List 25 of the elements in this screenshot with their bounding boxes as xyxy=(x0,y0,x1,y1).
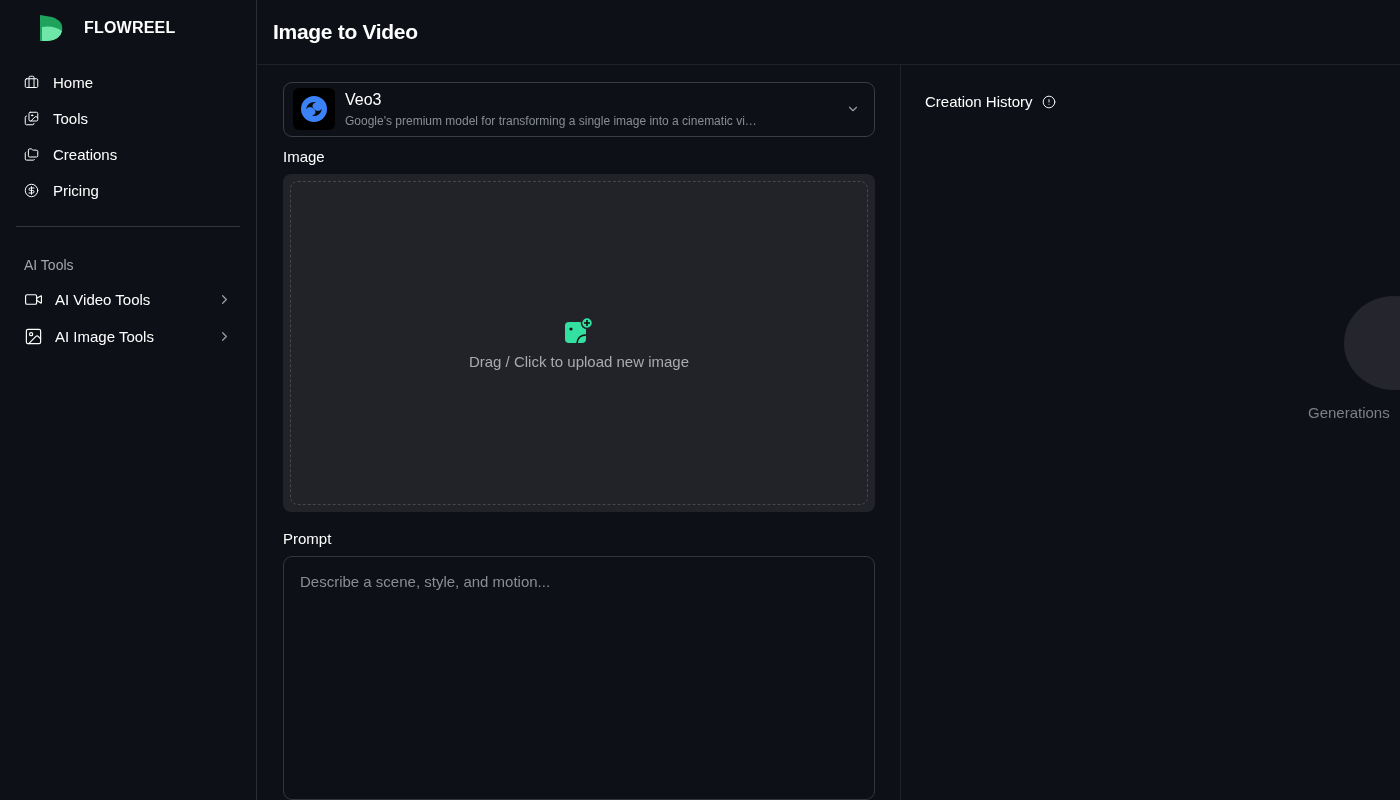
nav-item[interactable]: Home xyxy=(16,68,240,96)
nav-group[interactable]: AI Video Tools xyxy=(16,281,240,318)
folder-icon xyxy=(24,146,39,162)
dollar-icon xyxy=(24,182,39,198)
brand-name: FLOWREEL xyxy=(84,19,176,37)
panel-title: Creation History xyxy=(925,93,1033,110)
page-title: Image to Video xyxy=(273,20,418,44)
info-icon[interactable] xyxy=(1041,94,1056,109)
model-select[interactable]: Veo3 Google's premium model for transforming a single image into a cinematic vi… xyxy=(283,82,875,137)
model-logo xyxy=(293,88,335,131)
section-title: AI Tools xyxy=(23,257,75,273)
field-label: Prompt xyxy=(283,530,333,548)
nav-item[interactable]: Creations xyxy=(16,140,240,168)
prompt-field[interactable]: Describe a scene, style, and motion... xyxy=(283,556,875,800)
briefcase-icon xyxy=(24,74,39,90)
images-icon xyxy=(24,110,39,126)
image-icon xyxy=(24,327,43,346)
add-image-icon xyxy=(564,316,594,345)
nav-item[interactable]: Tools xyxy=(16,104,240,132)
upload-area[interactable]: Drag / Click to upload new image xyxy=(283,173,875,513)
field-label: Image xyxy=(283,147,326,165)
nav-item[interactable]: Pricing xyxy=(16,176,240,204)
nav-group[interactable]: AI Image Tools xyxy=(16,318,240,355)
empty-state-text: Generations xyxy=(1308,404,1390,421)
upload-text: Drag / Click to upload new image xyxy=(468,352,690,370)
